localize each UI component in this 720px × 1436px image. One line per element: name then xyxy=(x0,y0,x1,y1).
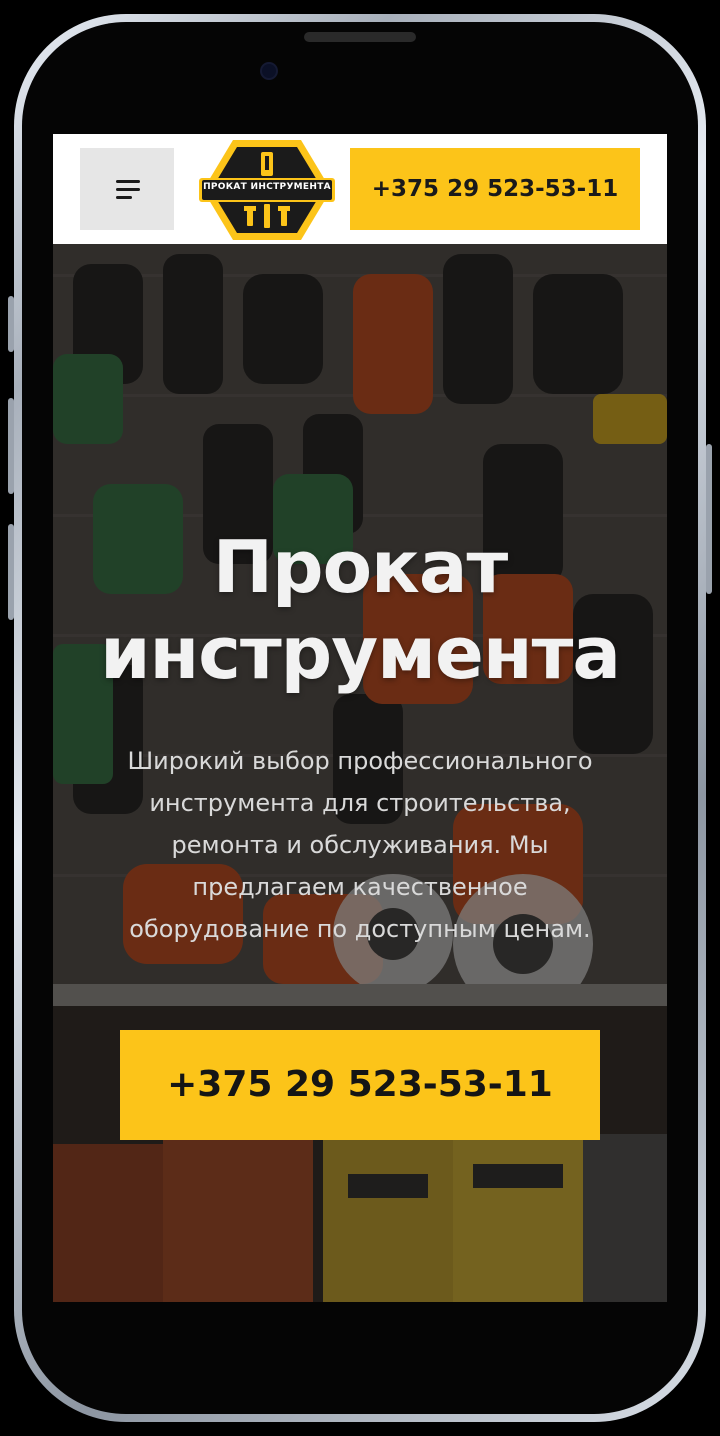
header-phone-button[interactable]: +375 29 523-53-11 xyxy=(350,148,640,230)
site-header: ПРОКАТ ИНСТРУМЕНТА +375 29 523-53-11 xyxy=(53,134,667,244)
hero-title-line-1: Прокат xyxy=(212,525,508,609)
power-button xyxy=(706,444,712,594)
volume-up-button xyxy=(8,398,14,494)
speaker-grille xyxy=(304,32,416,42)
hero-section: Прокат инструмента Широкий выбор професс… xyxy=(53,244,667,1302)
hero-description-line: Широкий выбор профессионального xyxy=(127,747,593,775)
hero-call-button[interactable]: +375 29 523-53-11 xyxy=(120,1030,600,1140)
hero-description-line: ремонта и обслуживания. Мы xyxy=(171,831,549,859)
hero-description: Широкий выбор профессионального инструме… xyxy=(93,740,627,950)
hero-description-line: оборудование по доступным ценам. xyxy=(129,915,591,943)
phone-screen: ПРОКАТ ИНСТРУМЕНТА +375 29 523-53-11 Про… xyxy=(53,134,667,1302)
hero-title-line-2: инструмента xyxy=(100,611,621,695)
site-logo[interactable]: ПРОКАТ ИНСТРУМЕНТА xyxy=(197,138,337,242)
front-camera xyxy=(262,64,276,78)
hero-description-line: инструмента для строительства, xyxy=(149,789,571,817)
hero-description-line: предлагаем качественное xyxy=(192,873,528,901)
hero-title: Прокат инструмента xyxy=(53,524,667,696)
menu-button[interactable] xyxy=(80,148,174,230)
logo-text: ПРОКАТ ИНСТРУМЕНТА xyxy=(203,182,331,192)
silent-switch xyxy=(8,296,14,352)
volume-down-button xyxy=(8,524,14,620)
